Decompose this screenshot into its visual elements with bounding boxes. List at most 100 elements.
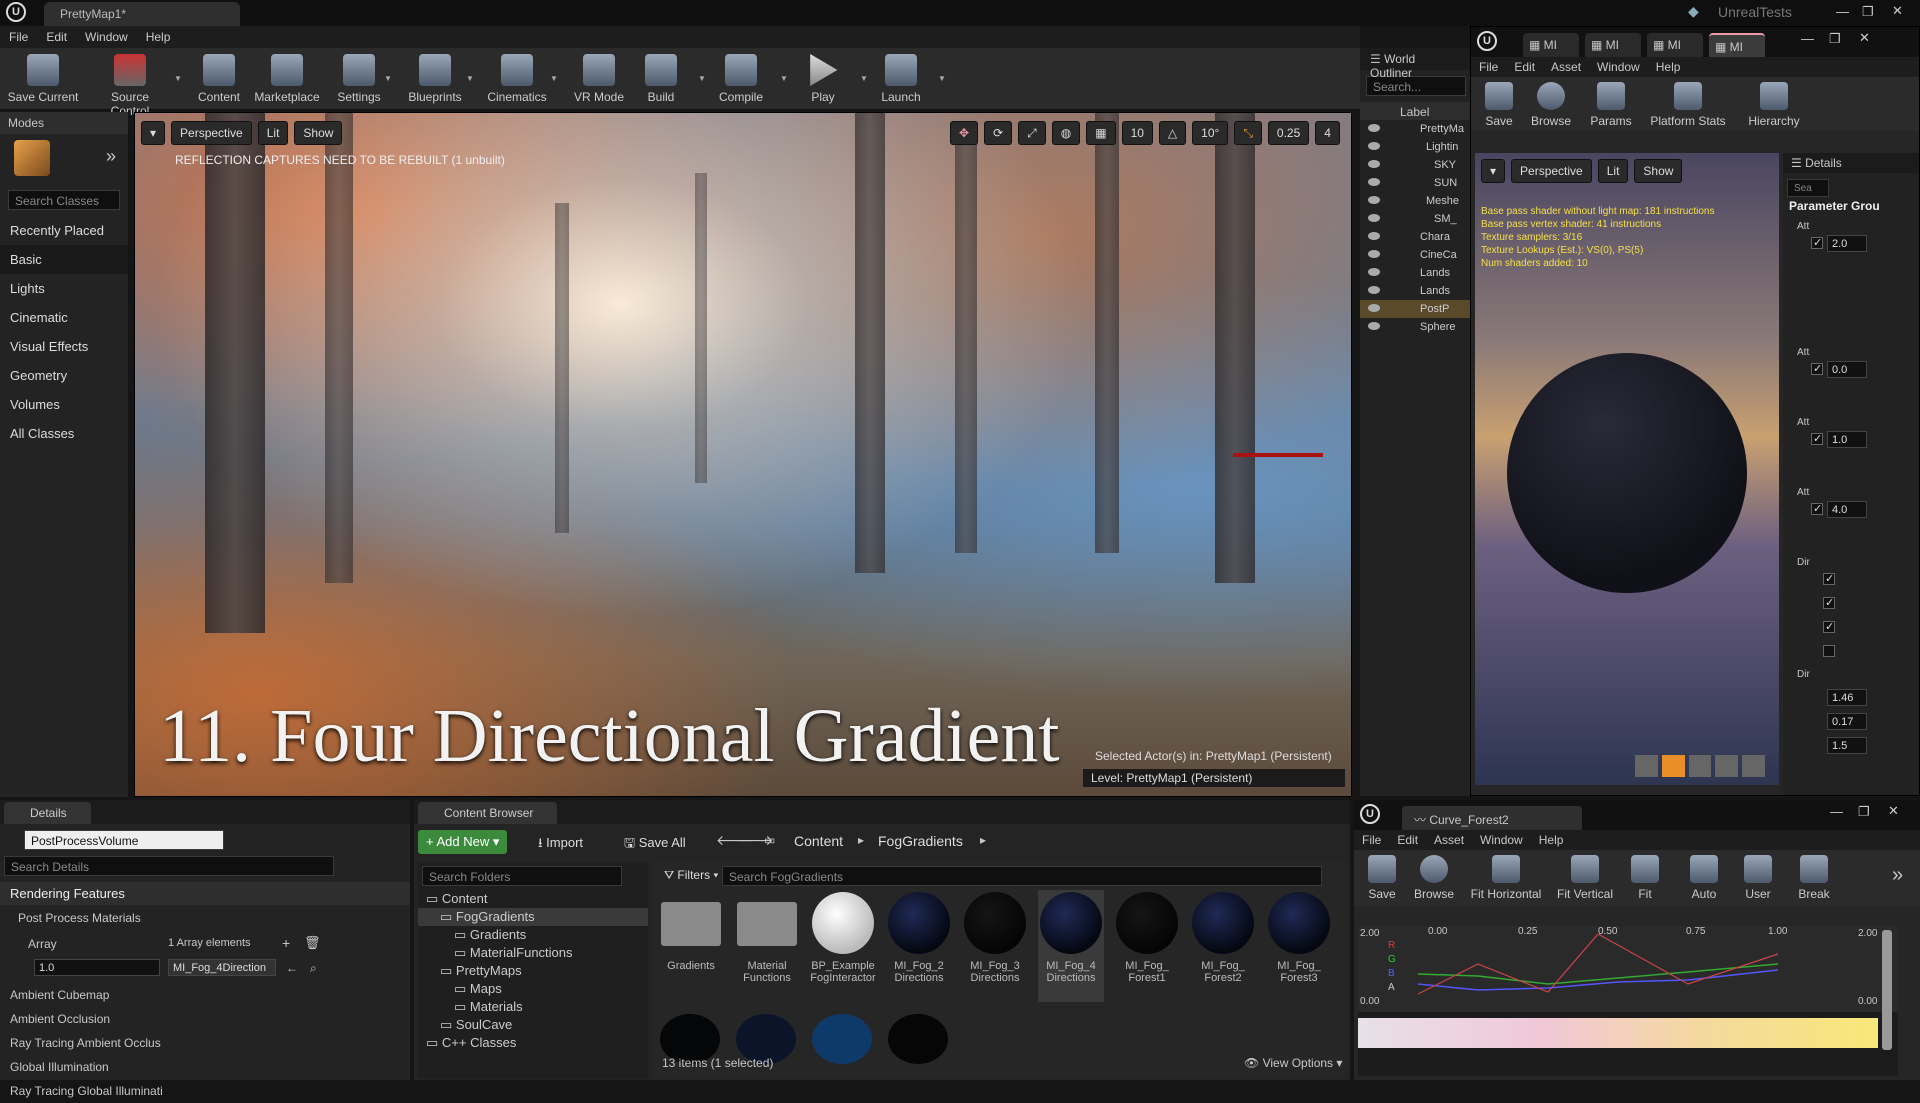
ambient-occlusion-section[interactable]: Ambient Occlusion [0, 1007, 410, 1031]
element-weight-field[interactable]: 1.0 [34, 959, 160, 976]
fit-horizontal-button[interactable]: Fit Horizontal [1466, 852, 1546, 910]
save-all-button[interactable]: 🖫 Save All [616, 830, 694, 860]
category-all-classes[interactable]: All Classes [0, 419, 128, 448]
preview-show-button[interactable]: Show [1634, 159, 1683, 183]
outliner-row[interactable]: SKY [1360, 156, 1470, 174]
curve-menu-help[interactable]: Help [1531, 830, 1572, 850]
channel-r-label[interactable]: R [1388, 940, 1395, 951]
folder-tree-item[interactable]: ▭ SoulCave [418, 1016, 648, 1034]
param-override-checkbox[interactable] [1811, 362, 1823, 375]
transform-gizmo-arrow-icon[interactable] [1233, 453, 1323, 457]
asset-tile[interactable]: MI_Fog_ Forest1 [1114, 890, 1180, 1002]
rt-global-illumination-section[interactable]: Ray Tracing Global Illuminati [0, 1079, 410, 1103]
folder-tree-item[interactable]: ▭ Materials [418, 998, 648, 1016]
sphere-shape-icon[interactable] [1661, 755, 1685, 777]
outliner-row[interactable]: PrettyMa [1360, 120, 1470, 138]
launch-button[interactable]: Launch [862, 51, 940, 109]
lit-button[interactable]: Lit [257, 121, 289, 145]
rotation-value[interactable]: 10° [1192, 121, 1229, 145]
cube-shape-icon[interactable] [1715, 755, 1739, 777]
close-icon[interactable]: ✕ [1859, 30, 1870, 46]
search-assets-input[interactable]: Search FogGradients [722, 866, 1322, 886]
translate-tool-icon[interactable]: ✥ [950, 121, 979, 145]
delete-elements-icon[interactable]: 🗑 [304, 935, 321, 951]
mat-menu-asset[interactable]: Asset [1543, 57, 1589, 77]
maximize-icon[interactable]: ❐ [1829, 31, 1841, 47]
outliner-label-column[interactable]: Label [1360, 102, 1470, 120]
break-tangent-button[interactable]: Break [1786, 852, 1842, 910]
direction-checkbox[interactable] [1823, 596, 1835, 609]
mat-params-button[interactable]: Params [1583, 79, 1639, 137]
path-foggradients[interactable]: FogGradients [878, 833, 963, 849]
search-folders-input[interactable]: Search Folders [422, 866, 622, 886]
import-button[interactable]: ⭳ Import [530, 830, 591, 860]
channel-b-label[interactable]: B [1388, 968, 1395, 979]
mat-save-button[interactable]: Save [1471, 79, 1527, 137]
minimize-icon[interactable]: — [1830, 804, 1843, 819]
blueprints-button[interactable]: Blueprints [396, 51, 474, 109]
curve-menu-window[interactable]: Window [1472, 830, 1531, 850]
build-button[interactable]: Build [622, 51, 700, 109]
asset-tile[interactable]: MI_Fog_3 Directions [962, 890, 1028, 1002]
camera-speed-button[interactable]: 4 [1315, 121, 1340, 145]
visibility-eye-icon[interactable] [1368, 286, 1380, 294]
minimize-icon[interactable]: — [1801, 31, 1814, 46]
maximize-icon[interactable]: ❐ [1862, 4, 1874, 20]
rt-ambient-occlusion-section[interactable]: Ray Tracing Ambient Occlus [0, 1031, 410, 1055]
content-browser-tab[interactable]: Content Browser [418, 802, 558, 824]
curve-menu-asset[interactable]: Asset [1426, 830, 1472, 850]
outliner-row[interactable]: Sphere [1360, 318, 1470, 336]
channel-a-label[interactable]: A [1388, 982, 1395, 993]
category-lights[interactable]: Lights [0, 274, 128, 303]
param-value-field[interactable]: 0.17 [1827, 713, 1867, 730]
folder-tree-item[interactable]: ▭ MaterialFunctions [418, 944, 648, 962]
scale-value[interactable]: 0.25 [1267, 121, 1310, 145]
visibility-eye-icon[interactable] [1368, 196, 1380, 204]
visibility-eye-icon[interactable] [1368, 142, 1380, 150]
material-tab-active[interactable]: ▦ MI [1709, 33, 1765, 57]
rotate-tool-icon[interactable]: ⟳ [984, 121, 1013, 145]
close-icon[interactable]: ✕ [1892, 3, 1903, 19]
rotation-snap-icon[interactable]: △ [1158, 121, 1187, 145]
mat-browse-button[interactable]: Browse [1523, 79, 1579, 137]
add-element-icon[interactable]: + [282, 935, 290, 951]
folder-tree-item[interactable]: ▭ Gradients [418, 926, 648, 944]
folder-tree-item[interactable]: ▭ C++ Classes [418, 1034, 648, 1052]
asset-tile[interactable]: Gradients [658, 890, 724, 1002]
direction-checkbox[interactable] [1823, 620, 1835, 633]
asset-tile[interactable]: MI_Fog_4 Directions [1038, 890, 1104, 1002]
folder-tree-item[interactable]: ▭ Content [418, 890, 648, 908]
category-cinematic[interactable]: Cinematic [0, 303, 128, 332]
details-tab[interactable]: Details [4, 802, 91, 824]
curve-scrollbar[interactable] [1882, 930, 1892, 1050]
mat-hierarchy-button[interactable]: Hierarchy [1739, 79, 1809, 137]
compile-button[interactable]: Compile [702, 51, 780, 109]
menu-edit[interactable]: Edit [37, 26, 76, 48]
post-process-materials-row[interactable]: Post Process Materials [0, 905, 410, 931]
auto-tangent-button[interactable]: Auto [1678, 852, 1730, 910]
param-value-field[interactable]: 2.0 [1827, 235, 1867, 252]
minimize-icon[interactable]: — [1836, 4, 1849, 19]
rendering-features-section[interactable]: Rendering Features [0, 882, 410, 905]
gradient-preview-bar[interactable] [1358, 1018, 1878, 1048]
material-preview-viewport[interactable]: ▾ Perspective Lit Show Base pass shader … [1475, 153, 1779, 785]
content-button[interactable]: Content [180, 51, 258, 109]
curve-lines[interactable] [1418, 934, 1818, 1006]
perspective-button[interactable]: Perspective [171, 121, 252, 145]
folder-tree-item[interactable]: ▭ PrettyMaps [418, 962, 648, 980]
search-classes-input[interactable]: Search Classes [8, 190, 120, 210]
category-volumes[interactable]: Volumes [0, 390, 128, 419]
expand-modes-icon[interactable]: » [106, 146, 116, 167]
asset-tile[interactable]: MI_Fog_2 Directions [886, 890, 952, 1002]
mat-menu-window[interactable]: Window [1589, 57, 1648, 77]
launch-dropdown-icon[interactable]: ▼ [938, 74, 946, 83]
close-icon[interactable]: ✕ [1888, 803, 1899, 819]
param-override-checkbox[interactable] [1811, 236, 1823, 249]
param-value-field[interactable]: 1.46 [1827, 689, 1867, 706]
outliner-row[interactable]: Lightin [1360, 138, 1470, 156]
cinematics-button[interactable]: Cinematics [478, 51, 556, 109]
outliner-row[interactable]: Meshe [1360, 192, 1470, 210]
param-value-field[interactable]: 1.5 [1827, 737, 1867, 754]
material-tab[interactable]: ▦ MI [1585, 33, 1641, 57]
visibility-eye-icon[interactable] [1368, 178, 1380, 186]
